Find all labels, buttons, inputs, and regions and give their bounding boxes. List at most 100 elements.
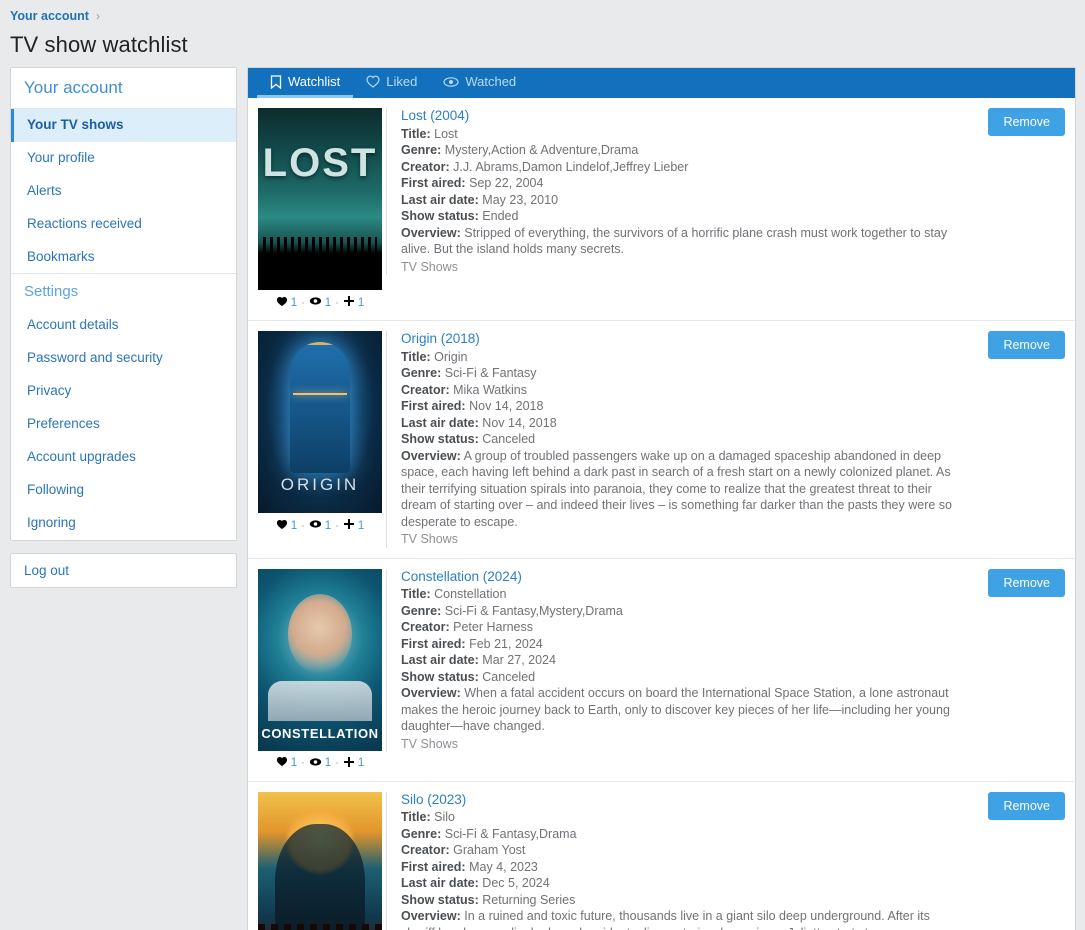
reaction-likes[interactable]: 1: [276, 296, 297, 310]
poster-cell: LOST 1 · 1 · 1: [258, 108, 382, 310]
field-value: Silo: [434, 810, 455, 824]
eye-icon: [309, 519, 322, 532]
remove-button[interactable]: Remove: [988, 568, 1065, 597]
field-value: May 4, 2023: [469, 859, 538, 874]
field-last-air-date: Last air date: Dec 5, 2024: [401, 875, 955, 892]
tab-label: Liked: [386, 74, 418, 89]
field-title: Title: Origin: [401, 349, 955, 366]
sidebar-item-label: Reactions received: [27, 215, 142, 231]
show-title-link[interactable]: Constellation (2024): [401, 569, 955, 586]
reaction-watchlist-count: 1: [357, 757, 365, 769]
reaction-likes[interactable]: 1: [276, 756, 297, 770]
field-value: In a ruined and toxic future, thousands …: [401, 909, 930, 930]
sidebar-settings-heading: Settings: [11, 273, 236, 309]
reaction-counts: 1 · 1 · 1: [258, 756, 382, 771]
field-first-aired: First aired: Feb 21, 2024: [401, 636, 955, 653]
sidebar-item-label: Bookmarks: [27, 248, 95, 264]
plus-icon: [343, 756, 355, 771]
sidebar-item-account-upgrades[interactable]: Account upgrades: [11, 441, 236, 474]
poster-image-silo[interactable]: SILO: [258, 791, 382, 930]
eye-icon: [309, 757, 322, 770]
reaction-watchlist[interactable]: 1: [343, 756, 364, 771]
reaction-watched[interactable]: 1: [309, 296, 331, 309]
sidebar-item-label: Ignoring: [27, 514, 76, 530]
field-value: A group of troubled passengers wake up o…: [401, 448, 952, 529]
field-label: Last air date:: [401, 876, 479, 890]
poster-capsule: [290, 341, 350, 473]
tab-watchlist[interactable]: Watchlist: [257, 68, 354, 98]
show-category: TV Shows: [401, 532, 458, 546]
show-title-link[interactable]: Origin (2018): [401, 331, 955, 348]
sidebar-item-password-and-security[interactable]: Password and security: [11, 342, 236, 375]
field-value: Lost: [434, 126, 458, 141]
field-label: First aired:: [401, 636, 466, 651]
field-label: Last air date:: [401, 653, 479, 667]
field-genre: Genre: Sci-Fi & Fantasy: [401, 365, 955, 382]
field-label: Overview:: [401, 909, 461, 923]
poster-image-constellation[interactable]: CONSTELLATION: [258, 568, 382, 751]
reaction-watched[interactable]: 1: [309, 519, 331, 532]
field-value: Returning Series: [482, 892, 576, 907]
sidebar-item-privacy[interactable]: Privacy: [11, 375, 236, 408]
reaction-watched-count: 1: [324, 519, 332, 532]
show-row: CONSTELLATION 1 · 1 · 1 Constellation (2…: [248, 559, 1075, 782]
field-label: Overview:: [401, 225, 461, 240]
field-label: Genre:: [401, 366, 442, 380]
action-cell: Remove: [955, 108, 1065, 136]
field-value: Mika Watkins: [453, 382, 527, 397]
field-title: Title: Lost: [401, 126, 955, 143]
field-creator: Creator: Graham Yost: [401, 842, 955, 859]
sidebar-item-alerts[interactable]: Alerts: [11, 175, 236, 208]
field-label: Show status:: [401, 892, 479, 907]
show-list: LOST 1 · 1 · 1 Lost (2004) Title: Lost G…: [248, 98, 1075, 930]
field-label: Show status:: [401, 432, 479, 446]
show-row: ORIGIN 1 · 1 · 1 Origin (2018) Title: Or…: [248, 321, 1075, 559]
show-details: Silo (2023) Title: Silo Genre: Sci-Fi & …: [386, 791, 955, 930]
reaction-separator: ·: [335, 519, 339, 532]
sidebar-item-ignoring[interactable]: Ignoring: [11, 507, 236, 540]
field-label: Genre:: [401, 603, 442, 618]
field-value: Feb 21, 2024: [469, 636, 543, 651]
remove-button[interactable]: Remove: [988, 791, 1065, 820]
field-label: First aired:: [401, 399, 466, 413]
reaction-watched[interactable]: 1: [309, 757, 331, 770]
field-value: May 23, 2010: [482, 192, 559, 207]
show-title-link[interactable]: Lost (2004): [401, 108, 955, 125]
poster-figures: [258, 924, 382, 930]
tab-watched[interactable]: Watched: [430, 68, 529, 98]
sidebar-item-your-profile[interactable]: Your profile: [11, 142, 236, 175]
reaction-watchlist[interactable]: 1: [343, 295, 364, 310]
remove-button[interactable]: Remove: [988, 331, 1065, 359]
poster-image-origin[interactable]: ORIGIN: [258, 331, 382, 513]
field-label: Show status:: [401, 669, 479, 684]
breadcrumb-your-account-link[interactable]: Your account: [10, 9, 89, 23]
field-title: Title: Silo: [401, 809, 955, 826]
show-title-link[interactable]: Silo (2023): [401, 792, 955, 809]
field-label: Title:: [401, 810, 431, 824]
action-cell: Remove: [955, 331, 1065, 359]
logout-link[interactable]: Log out: [11, 554, 236, 587]
eye-icon: [443, 76, 459, 88]
sidebar-item-following[interactable]: Following: [11, 474, 236, 507]
field-show-status: Show status: Canceled: [401, 669, 955, 686]
page-layout: Your account Your TV shows Your profile …: [0, 67, 1085, 930]
poster-image-lost[interactable]: LOST: [258, 108, 382, 290]
sidebar-item-reactions-received[interactable]: Reactions received: [11, 208, 236, 241]
field-label: Creator:: [401, 620, 450, 634]
poster-silhouette-head: [275, 824, 365, 930]
sidebar-item-account-details[interactable]: Account details: [11, 309, 236, 342]
sidebar-item-your-tv-shows[interactable]: Your TV shows: [11, 109, 236, 142]
sidebar-item-label: Account details: [27, 317, 119, 333]
reaction-watchlist[interactable]: 1: [343, 518, 364, 533]
show-details: Constellation (2024) Title: Constellatio…: [386, 568, 955, 752]
tab-liked[interactable]: Liked: [353, 68, 430, 98]
sidebar-item-preferences[interactable]: Preferences: [11, 408, 236, 441]
sidebar-item-bookmarks[interactable]: Bookmarks: [11, 241, 236, 274]
field-first-aired: First aired: Sep 22, 2004: [401, 175, 955, 192]
remove-button[interactable]: Remove: [988, 108, 1065, 136]
reaction-likes[interactable]: 1: [276, 519, 297, 533]
heart-icon: [276, 519, 288, 533]
reaction-watchlist-count: 1: [357, 296, 365, 309]
tab-bar: Watchlist Liked Watched: [248, 68, 1075, 98]
field-genre: Genre: Sci-Fi & Fantasy,Drama: [401, 826, 955, 843]
